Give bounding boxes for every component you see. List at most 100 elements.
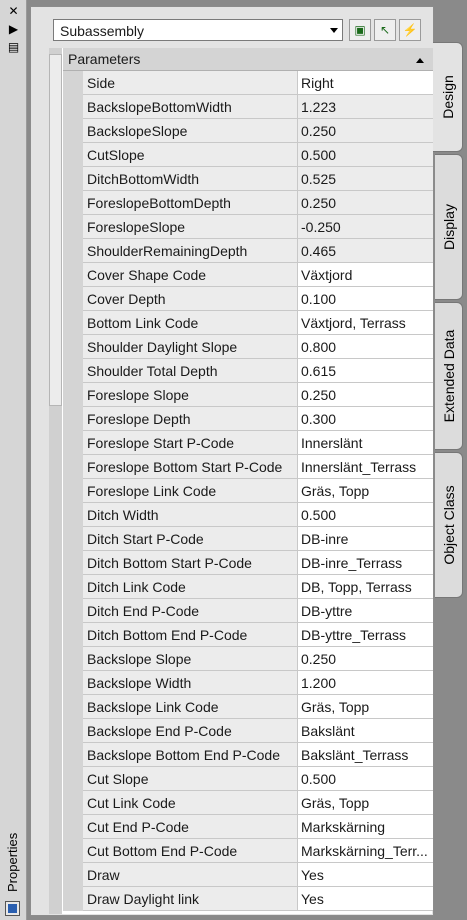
property-value[interactable]: 0.465 <box>298 239 433 263</box>
property-row[interactable]: Ditch End P-Code DB-yttre <box>63 599 434 623</box>
property-value[interactable]: 0.250 <box>298 647 433 671</box>
property-row[interactable]: CutSlope 0.500 <box>63 143 434 167</box>
scrollbar[interactable] <box>49 48 62 914</box>
property-value[interactable]: DB-inre <box>298 527 433 551</box>
property-row[interactable]: Draw Daylight link Yes <box>63 887 434 911</box>
property-row[interactable]: Cut Slope 0.500 <box>63 767 434 791</box>
property-row[interactable]: Foreslope Slope 0.250 <box>63 383 434 407</box>
property-name: Draw Daylight link <box>83 887 298 911</box>
property-row[interactable]: Foreslope Start P-Code Innerslänt <box>63 431 434 455</box>
property-row[interactable]: Ditch Bottom Start P-Code DB-inre_Terrass <box>63 551 434 575</box>
property-row[interactable]: BackslopeBottomWidth 1.223 <box>63 95 434 119</box>
property-row[interactable]: Shoulder Daylight Slope 0.800 <box>63 335 434 359</box>
object-type-dropdown[interactable]: Subassembly <box>53 19 343 41</box>
property-row[interactable]: BackslopeSlope 0.250 <box>63 119 434 143</box>
property-row[interactable]: Cover Depth 0.100 <box>63 287 434 311</box>
property-value[interactable]: 0.615 <box>298 359 433 383</box>
property-value[interactable]: 0.100 <box>298 287 433 311</box>
property-row[interactable]: Cut Link Code Gräs, Topp <box>63 791 434 815</box>
collapse-caret-icon[interactable] <box>416 58 424 63</box>
property-row[interactable]: DitchBottomWidth 0.525 <box>63 167 434 191</box>
property-value[interactable]: Innerslänt <box>298 431 433 455</box>
row-gutter <box>63 791 83 815</box>
property-value[interactable]: Innerslänt_Terrass <box>298 455 433 479</box>
property-row[interactable]: Bottom Link Code Växtjord, Terrass <box>63 311 434 335</box>
property-value[interactable]: Gräs, Topp <box>298 695 433 719</box>
property-row[interactable]: Cut Bottom End P-Code Markskärning_Terr..… <box>63 839 434 863</box>
property-value[interactable]: Markskärning_Terr... <box>298 839 433 863</box>
category-header-parameters[interactable]: Parameters <box>63 48 434 71</box>
tab-object-class[interactable]: Object Class <box>435 452 463 598</box>
tab-design[interactable]: Design <box>433 42 463 152</box>
property-name: Backslope End P-Code <box>83 719 298 743</box>
property-row[interactable]: Backslope Link Code Gräs, Topp <box>63 695 434 719</box>
property-value[interactable]: 0.250 <box>298 119 433 143</box>
property-value[interactable]: 0.500 <box>298 143 433 167</box>
property-name: Cut Slope <box>83 767 298 791</box>
property-value[interactable]: Yes <box>298 863 433 887</box>
property-value[interactable]: 0.250 <box>298 191 433 215</box>
property-value[interactable]: Right <box>298 71 433 95</box>
property-value[interactable]: DB-inre_Terrass <box>298 551 433 575</box>
property-row[interactable]: ForeslopeBottomDepth 0.250 <box>63 191 434 215</box>
property-value[interactable]: 1.223 <box>298 95 433 119</box>
property-value[interactable]: 1.200 <box>298 671 433 695</box>
property-row[interactable]: Ditch Start P-Code DB-inre <box>63 527 434 551</box>
property-row[interactable]: Ditch Width 0.500 <box>63 503 434 527</box>
property-row[interactable]: Backslope End P-Code Bakslänt <box>63 719 434 743</box>
row-gutter <box>63 71 83 95</box>
property-row[interactable]: Ditch Bottom End P-Code DB-yttre_Terrass <box>63 623 434 647</box>
property-name: ShoulderRemainingDepth <box>83 239 298 263</box>
row-gutter <box>63 359 83 383</box>
property-value[interactable]: Bakslänt_Terrass <box>298 743 433 767</box>
row-gutter <box>63 527 83 551</box>
property-value[interactable]: DB-yttre <box>298 599 433 623</box>
property-row[interactable]: Side Right <box>63 71 434 95</box>
property-value[interactable]: Markskärning <box>298 815 433 839</box>
property-value[interactable]: 0.250 <box>298 383 433 407</box>
row-gutter <box>63 887 83 911</box>
property-value[interactable]: DB, Topp, Terrass <box>298 575 433 599</box>
property-value[interactable]: -0.250 <box>298 215 433 239</box>
scrollbar-thumb[interactable] <box>49 54 62 406</box>
property-name: Foreslope Link Code <box>83 479 298 503</box>
property-value[interactable]: 0.500 <box>298 767 433 791</box>
property-name: Bottom Link Code <box>83 311 298 335</box>
property-row[interactable]: Cut End P-Code Markskärning <box>63 815 434 839</box>
property-value[interactable]: Växtjord <box>298 263 433 287</box>
property-row[interactable]: Cover Shape Code Växtjord <box>63 263 434 287</box>
property-row[interactable]: Foreslope Bottom Start P-Code Innerslänt_… <box>63 455 434 479</box>
property-row[interactable]: Backslope Width 1.200 <box>63 671 434 695</box>
property-row[interactable]: Backslope Bottom End P-Code Bakslänt_Terr… <box>63 743 434 767</box>
row-gutter <box>63 647 83 671</box>
row-gutter <box>63 263 83 287</box>
auto-hide-icon[interactable]: ▶ <box>6 22 21 36</box>
property-row[interactable]: Draw Yes <box>63 863 434 887</box>
close-icon[interactable]: ✕ <box>6 4 21 18</box>
property-name: Ditch End P-Code <box>83 599 298 623</box>
palette-menu-icon[interactable] <box>5 901 20 916</box>
property-row[interactable]: Foreslope Depth 0.300 <box>63 407 434 431</box>
property-row[interactable]: ShoulderRemainingDepth 0.465 <box>63 239 434 263</box>
property-value[interactable]: 0.500 <box>298 503 433 527</box>
property-value[interactable]: Bakslänt <box>298 719 433 743</box>
property-value[interactable]: Yes <box>298 887 433 911</box>
property-value[interactable]: 0.300 <box>298 407 433 431</box>
select-objects-button[interactable]: ↖ <box>374 19 396 41</box>
property-value[interactable]: 0.525 <box>298 167 433 191</box>
property-row[interactable]: Foreslope Link Code Gräs, Topp <box>63 479 434 503</box>
toggle-pickadd-button[interactable]: ▣ <box>349 19 371 41</box>
property-row[interactable]: ForeslopeSlope -0.250 <box>63 215 434 239</box>
property-value[interactable]: 0.800 <box>298 335 433 359</box>
property-row[interactable]: Backslope Slope 0.250 <box>63 647 434 671</box>
property-value[interactable]: Växtjord, Terrass <box>298 311 433 335</box>
tab-extended-data[interactable]: Extended Data <box>435 302 463 450</box>
property-row[interactable]: Shoulder Total Depth 0.615 <box>63 359 434 383</box>
property-value[interactable]: DB-yttre_Terrass <box>298 623 433 647</box>
property-row[interactable]: Ditch Link Code DB, Topp, Terrass <box>63 575 434 599</box>
palette-properties-icon[interactable]: ▤ <box>6 40 21 54</box>
tab-display[interactable]: Display <box>435 154 463 300</box>
property-value[interactable]: Gräs, Topp <box>298 791 433 815</box>
property-value[interactable]: Gräs, Topp <box>298 479 433 503</box>
quick-select-button[interactable]: ⚡ <box>399 19 421 41</box>
